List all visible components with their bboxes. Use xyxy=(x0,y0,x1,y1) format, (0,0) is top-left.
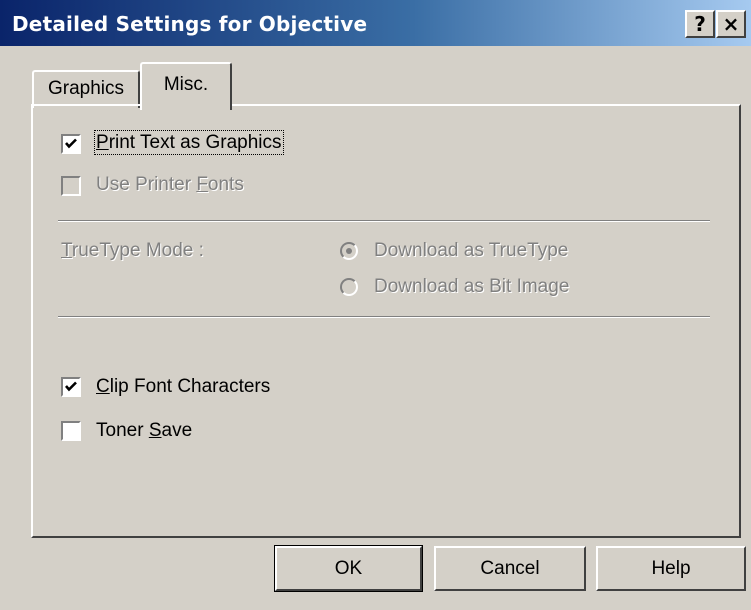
radio-selected-dot xyxy=(346,248,352,254)
download-as-bit-image-radio[interactable] xyxy=(340,278,358,296)
download-as-bit-image-label: Download as Bit Image xyxy=(374,276,570,297)
tab-graphics-label: Graphics xyxy=(47,78,125,99)
truetype-mode-label: TrueType Mode : xyxy=(61,240,204,261)
ok-button[interactable]: OK xyxy=(275,546,422,591)
window-title: Detailed Settings for Objective xyxy=(12,12,368,36)
download-as-truetype-label: Download as TrueType xyxy=(374,240,569,261)
checkmark-icon xyxy=(65,381,77,392)
separator xyxy=(58,220,710,222)
use-printer-fonts-label: Use Printer Fonts xyxy=(96,174,244,195)
close-icon[interactable]: × xyxy=(716,10,746,38)
tab-graphics[interactable]: Graphics xyxy=(32,70,140,108)
use-printer-fonts-checkbox[interactable] xyxy=(61,176,81,196)
checkmark-icon xyxy=(65,138,77,149)
download-as-truetype-radio[interactable] xyxy=(340,242,358,260)
toner-save-checkbox[interactable] xyxy=(61,421,81,441)
print-text-as-graphics-checkbox[interactable] xyxy=(61,134,81,154)
dialog-window: Detailed Settings for Objective ? × Grap… xyxy=(0,0,751,610)
tab-misc[interactable]: Misc. xyxy=(140,62,232,110)
clip-font-characters-label[interactable]: Clip Font Characters xyxy=(96,376,270,398)
cancel-button[interactable]: Cancel xyxy=(434,546,586,591)
tab-misc-label: Misc. xyxy=(163,74,209,95)
tab-panel-misc xyxy=(31,104,741,538)
help-button[interactable]: Help xyxy=(596,546,746,591)
toner-save-label[interactable]: Toner Save xyxy=(96,420,192,442)
separator xyxy=(58,316,710,318)
help-icon[interactable]: ? xyxy=(685,10,715,38)
clip-font-characters-checkbox[interactable] xyxy=(61,377,81,397)
title-bar[interactable]: Detailed Settings for Objective ? × xyxy=(0,0,751,46)
print-text-as-graphics-label[interactable]: Print Text as Graphics xyxy=(94,130,284,155)
